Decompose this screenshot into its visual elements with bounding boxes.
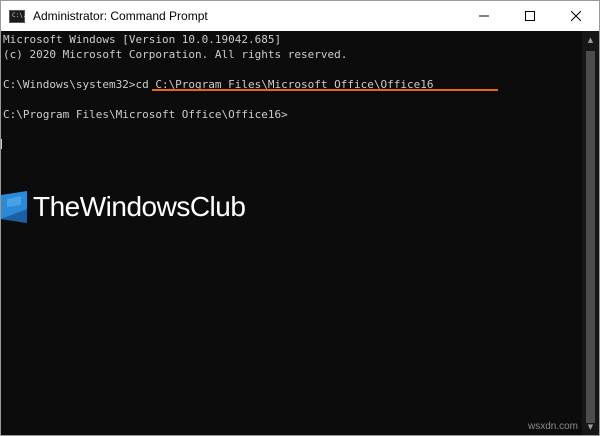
close-button[interactable] — [553, 1, 599, 31]
maximize-button[interactable] — [507, 1, 553, 31]
watermark: wsxdn.com — [527, 421, 578, 432]
console-prompt: C:\Program Files\Microsoft Office\Office… — [3, 108, 288, 121]
minimize-button[interactable] — [461, 1, 507, 31]
title-bar[interactable]: C:\. Administrator: Command Prompt — [1, 1, 599, 31]
scroll-up-icon[interactable]: ▲ — [582, 31, 599, 48]
caption-buttons — [461, 1, 599, 31]
logo-text: TheWindowsClub — [33, 191, 246, 222]
thewindowsclub-logo: TheWindowsClub — [1, 191, 246, 223]
scroll-down-icon[interactable]: ▼ — [582, 418, 599, 435]
app-icon-label: C:\. — [12, 11, 27, 19]
console-line: (c) 2020 Microsoft Corporation. All righ… — [3, 48, 348, 61]
text-cursor — [1, 139, 2, 149]
command-highlight-underline — [152, 89, 498, 91]
console-output[interactable]: Microsoft Windows [Version 10.0.19042.68… — [1, 31, 583, 435]
cmd-app-icon[interactable]: C:\. — [9, 9, 27, 23]
console-line: Microsoft Windows [Version 10.0.19042.68… — [3, 33, 282, 46]
close-icon — [571, 11, 581, 21]
minimize-icon — [479, 15, 489, 17]
maximize-icon — [525, 11, 535, 21]
scrollbar-thumb[interactable] — [586, 51, 595, 423]
thewindowsclub-logo-icon — [1, 191, 27, 223]
command-prompt-window: C:\. Administrator: Command Prompt Micro… — [0, 0, 600, 436]
window-title: Administrator: Command Prompt — [33, 9, 208, 23]
vertical-scrollbar[interactable]: ▲ ▼ — [582, 31, 599, 435]
